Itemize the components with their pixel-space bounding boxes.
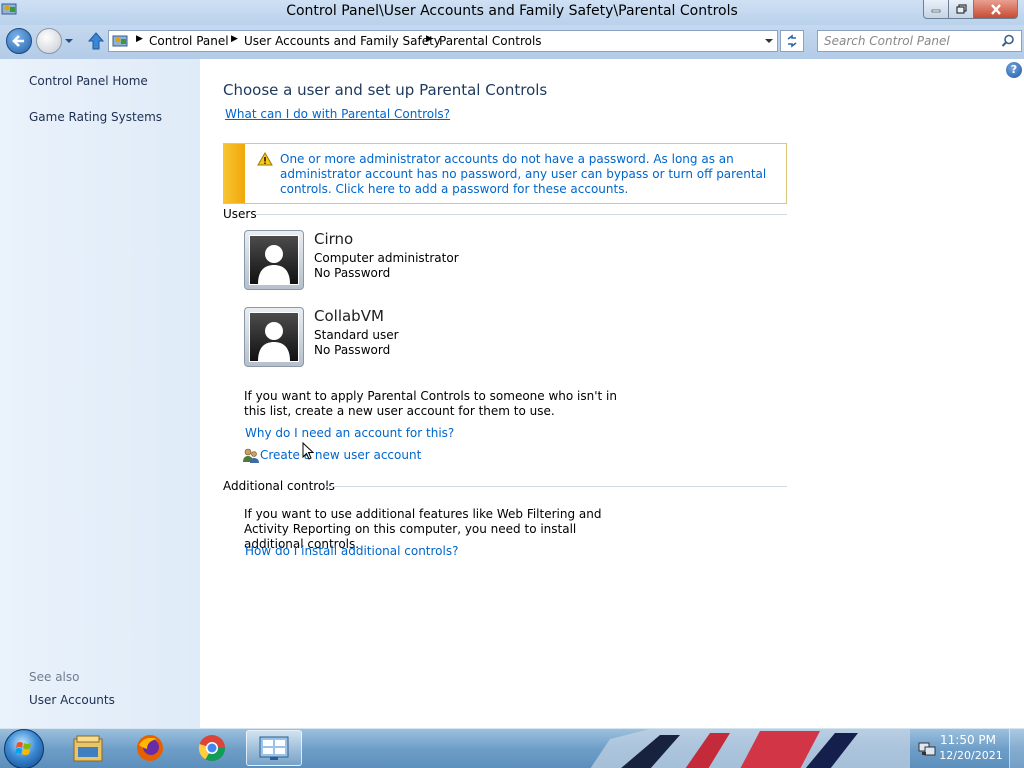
breadcrumb-parental-controls[interactable]: Parental Controls (439, 34, 542, 48)
recent-pages-dropdown-icon[interactable] (64, 37, 74, 45)
user-name: Cirno (314, 230, 354, 248)
address-dropdown-icon[interactable] (765, 37, 773, 45)
minimize-button[interactable] (923, 0, 949, 19)
navigation-bar: ▶ Control Panel ▶ User Accounts and Fami… (0, 25, 1024, 59)
clock-time[interactable]: 11:50 PM (938, 733, 998, 747)
main-content: ? Choose a user and set up Parental Cont… (200, 59, 1024, 728)
breadcrumb-separator-icon[interactable]: ▶ (426, 34, 433, 44)
control-panel-icon (259, 736, 289, 760)
create-new-user-account-link[interactable]: Create a new user account (260, 448, 421, 462)
control-panel-home-link[interactable]: Control Panel Home (29, 74, 148, 88)
window-title: Control Panel\User Accounts and Family S… (286, 3, 738, 19)
game-rating-systems-link[interactable]: Game Rating Systems (29, 110, 162, 124)
clock-date[interactable]: 12/20/2021 (938, 749, 1004, 762)
breadcrumb-separator-icon[interactable]: ▶ (231, 34, 238, 44)
breadcrumb-user-accounts[interactable]: User Accounts and Family Safety (244, 34, 441, 48)
search-input[interactable] (824, 33, 994, 49)
user-password-status: No Password (314, 266, 391, 280)
taskbar: 11:50 PM 12/20/2021 (0, 728, 1024, 768)
refresh-button[interactable] (780, 30, 804, 52)
users-icon (243, 448, 259, 463)
taskbar-control-panel[interactable] (246, 730, 302, 766)
user-role: Computer administrator (314, 251, 459, 265)
user-accounts-link[interactable]: User Accounts (29, 693, 115, 707)
users-divider (255, 214, 787, 215)
page-title: Choose a user and set up Parental Contro… (223, 81, 548, 99)
password-warning-banner[interactable]: One or more administrator accounts do no… (223, 143, 787, 204)
warning-stripe (224, 144, 245, 203)
additional-controls-label: Additional controls (223, 479, 335, 493)
warning-text[interactable]: One or more administrator accounts do no… (280, 152, 780, 197)
close-button[interactable] (974, 0, 1018, 19)
avatar (244, 230, 304, 290)
warning-icon (257, 152, 273, 166)
forward-button[interactable] (36, 28, 62, 54)
why-need-account-link[interactable]: Why do I need an account for this? (245, 426, 454, 440)
breadcrumb-separator-icon[interactable]: ▶ (136, 34, 143, 44)
install-additional-controls-link[interactable]: How do I install additional controls? (245, 544, 458, 558)
close-icon (990, 3, 1001, 15)
windows-explorer-icon (73, 735, 103, 762)
desktop-wallpaper-fragment (590, 729, 910, 768)
up-arrow-icon[interactable] (86, 31, 106, 51)
restore-button[interactable] (949, 0, 974, 19)
minimize-icon (931, 9, 941, 13)
user-password-status: No Password (314, 343, 391, 357)
taskbar-chrome[interactable] (184, 730, 240, 766)
refresh-icon (787, 34, 797, 48)
user-silhouette-icon (258, 322, 290, 361)
system-tray: 11:50 PM 12/20/2021 (914, 729, 1024, 768)
avatar (244, 307, 304, 367)
breadcrumb-control-panel[interactable]: Control Panel (149, 34, 229, 48)
firefox-icon (137, 735, 163, 761)
chrome-icon (198, 735, 226, 762)
see-also-heading: See also (29, 670, 80, 684)
not-in-list-text: If you want to apply Parental Controls t… (244, 389, 617, 418)
title-bar: Control Panel\User Accounts and Family S… (0, 0, 1024, 25)
search-box[interactable] (817, 30, 1022, 52)
additional-controls-divider (326, 486, 787, 487)
search-icon[interactable] (1001, 34, 1015, 48)
user-collabvm[interactable]: CollabVM Standard user No Password (244, 307, 624, 369)
restore-icon (955, 4, 967, 14)
start-button[interactable] (4, 729, 44, 768)
user-role: Standard user (314, 328, 399, 342)
address-box[interactable]: ▶ Control Panel ▶ User Accounts and Fami… (108, 30, 778, 52)
help-icon[interactable]: ? (1006, 62, 1022, 78)
back-button[interactable] (6, 28, 32, 54)
left-navigation-pane: Control Panel Home Game Rating Systems S… (0, 59, 200, 728)
users-section-label: Users (223, 207, 257, 221)
user-silhouette-icon (258, 245, 290, 284)
taskbar-explorer[interactable] (60, 730, 116, 766)
mouse-cursor-icon (302, 442, 314, 460)
parental-controls-help-link[interactable]: What can I do with Parental Controls? (225, 107, 450, 121)
user-name: CollabVM (314, 307, 384, 325)
control-panel-icon (112, 35, 128, 47)
window-controls (923, 0, 1018, 19)
network-icon[interactable] (918, 740, 936, 758)
user-cirno[interactable]: Cirno Computer administrator No Password (244, 230, 624, 292)
windows-logo-icon (15, 742, 31, 755)
show-desktop-button[interactable] (1009, 729, 1024, 768)
back-arrow-icon (12, 35, 24, 47)
taskbar-firefox[interactable] (122, 730, 178, 766)
